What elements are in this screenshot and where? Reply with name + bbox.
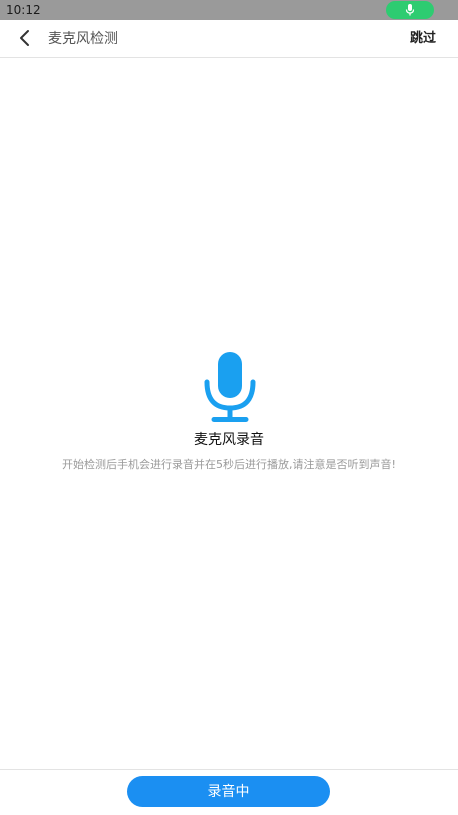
skip-button[interactable]: 跳过 [410,29,436,49]
microphone-icon [405,4,415,16]
mic-test-hint: 开始检测后手机会进行录音并在5秒后进行播放,请注意是否听到声音! [62,458,396,471]
chevron-left-icon [20,30,29,46]
bottom-divider [0,769,458,770]
record-button[interactable]: 录音中 [127,776,330,807]
status-bar: 10:12 [0,0,458,20]
mic-in-use-indicator[interactable] [386,1,434,19]
status-time: 10:12 [6,3,41,17]
back-button[interactable] [14,28,34,48]
microphone-illustration [204,352,256,422]
page-title: 麦克风检测 [48,31,118,47]
microphone-icon [204,352,256,422]
mic-test-title: 麦克风录音 [194,432,264,448]
nav-bar: 麦克风检测 跳过 [0,20,458,58]
